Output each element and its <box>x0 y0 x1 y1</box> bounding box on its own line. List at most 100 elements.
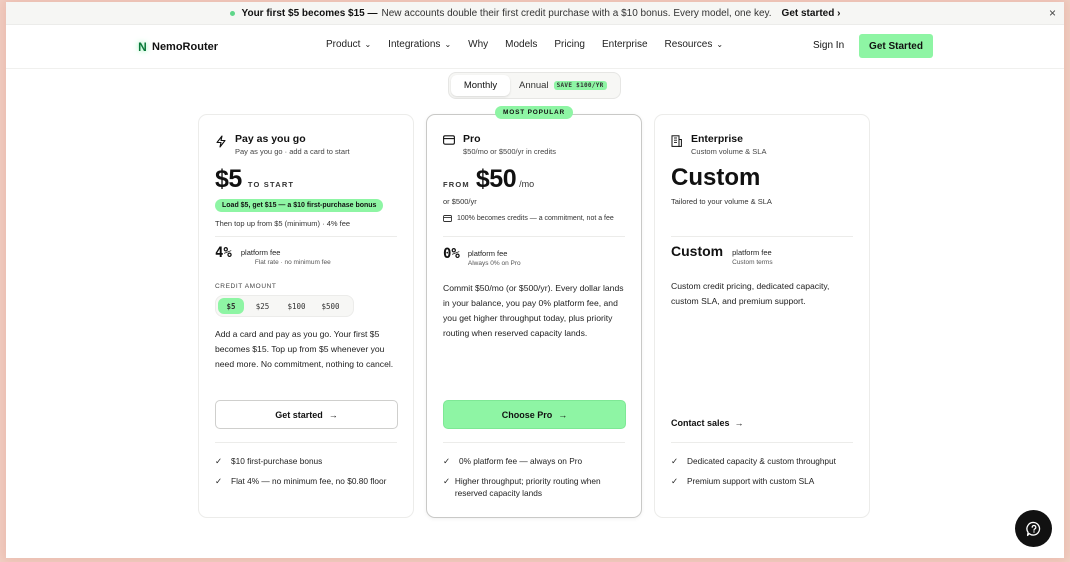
billing-option-annual[interactable]: Annual SAVE $100/YR <box>519 80 607 91</box>
close-icon[interactable]: × <box>1049 6 1056 20</box>
building-icon <box>671 135 685 156</box>
bolt-icon <box>215 135 229 156</box>
save-badge: SAVE $100/YR <box>553 81 607 90</box>
fee-value: 4% <box>215 245 232 261</box>
divider <box>443 236 625 237</box>
check-icon: ✓ <box>671 456 679 466</box>
plan-subtitle: Custom volume & SLA <box>691 147 767 156</box>
check-icon: ✓ <box>443 475 451 486</box>
price-row: $5 TO START <box>215 165 294 194</box>
plan-title: Pro <box>463 133 481 145</box>
logo-text: NemoRouter <box>152 40 219 53</box>
divider <box>671 236 853 237</box>
list-item: ✓ $10 first-purchase bonus <box>215 455 401 468</box>
credit-amount-option[interactable]: $500 <box>315 298 346 314</box>
price-row: FROM $50 /mo <box>443 165 534 194</box>
announcement-headline: Your first $5 becomes $15 — <box>241 7 378 19</box>
nav-item-product[interactable]: Product ⌄ <box>326 39 371 50</box>
plan-card-enterprise: Enterprise Custom volume & SLA Custom Ta… <box>654 114 870 518</box>
price-period: /mo <box>519 179 535 189</box>
most-popular-badge: MOST POPULAR <box>495 106 573 119</box>
get-started-plan-button[interactable]: Get started → <box>215 400 398 429</box>
billing-option-annual-label: Annual <box>519 80 549 91</box>
page: Your first $5 becomes $15 — New accounts… <box>6 2 1064 558</box>
contact-sales-link[interactable]: Contact sales → <box>671 418 744 428</box>
announcement-bar: Your first $5 becomes $15 — New accounts… <box>6 2 1064 25</box>
logo[interactable]: N NemoRouter <box>136 39 218 54</box>
nav-item-resources[interactable]: Resources ⌄ <box>665 39 724 50</box>
chevron-down-icon: ⌄ <box>716 40 724 49</box>
platform-fee: 4% platform fee Flat rate · no minimum f… <box>215 245 331 266</box>
feature-list: ✓ $10 first-purchase bonus ✓ Flat 4% — no … <box>215 455 401 494</box>
billing-option-monthly[interactable]: Monthly <box>451 75 510 96</box>
feature-text: Flat 4% — no minimum fee, no $0.80 floor <box>231 475 387 486</box>
price-row: Custom <box>671 164 760 192</box>
feature-list: ✓ Dedicated capacity & custom throughput … <box>671 455 857 494</box>
plan-subtitle: Pay as you go · add a card to start <box>235 147 350 156</box>
button-label: Choose Pro <box>501 409 553 420</box>
plan-header: Enterprise Custom volume & SLA <box>671 133 766 156</box>
logo-mark-icon: N <box>138 39 147 54</box>
credit-amount-option[interactable]: $5 <box>218 298 244 314</box>
divider <box>215 236 397 237</box>
credit-amount-option[interactable]: $25 <box>247 298 278 314</box>
plan-title: Pay as you go <box>235 133 306 145</box>
feature-text: Higher throughput; priority routing when… <box>454 475 601 499</box>
fee-label: platform fee <box>732 248 772 257</box>
credit-card-icon <box>443 215 452 222</box>
top-nav: N NemoRouter Product ⌄ Integrations ⌄ Why … <box>6 25 1064 69</box>
plan-description: Custom credit pricing, dedicated capacit… <box>671 281 830 306</box>
plan-card-payg: Pay as you go Pay as you go · add a card… <box>198 114 414 518</box>
price-sub: Tailored to your volume & SLA <box>671 197 772 206</box>
nav-item-pricing[interactable]: Pricing <box>554 39 585 50</box>
plan-subtitle: $50/mo or $500/yr in credits <box>463 147 556 156</box>
plan-card-pro: MOST POPULAR Pro $50/mo or $500/yr in cr… <box>426 106 642 518</box>
fee-sub: Custom terms <box>732 259 773 266</box>
platform-fee: 0% platform fee Always 0% on Pro <box>443 246 521 267</box>
nav-item-label: Resources <box>664 39 713 50</box>
fee-label: platform fee <box>240 248 281 257</box>
arrow-right-icon: → <box>734 418 744 428</box>
credit-amount-option[interactable]: $100 <box>281 298 312 314</box>
button-label: Contact sales <box>671 418 730 428</box>
get-started-button[interactable]: Get Started <box>859 34 933 58</box>
plan-price: $5 <box>215 165 242 193</box>
choose-pro-button[interactable]: Choose Pro → <box>443 400 626 429</box>
arrow-right-icon: → <box>558 409 568 420</box>
nav-item-models[interactable]: Models <box>505 39 537 50</box>
chevron-down-icon: ⌄ <box>444 40 452 49</box>
fee-sub: Flat rate · no minimum fee <box>254 259 331 266</box>
chat-help-button[interactable] <box>1015 510 1052 547</box>
nav-item-why[interactable]: Why <box>468 39 488 50</box>
fee-value: 0% <box>443 246 460 262</box>
nav-item-enterprise[interactable]: Enterprise <box>602 39 648 50</box>
sign-in-link[interactable]: Sign In <box>813 40 844 51</box>
nav-item-integrations[interactable]: Integrations ⌄ <box>388 39 451 50</box>
fee-value: Custom <box>671 243 724 259</box>
status-dot-icon <box>229 10 235 16</box>
plan-price: $50 <box>475 165 517 193</box>
plan-header: Pro $50/mo or $500/yr in credits <box>443 133 556 156</box>
button-label: Get started <box>275 409 323 420</box>
feature-text: Premium support with custom SLA <box>687 475 815 486</box>
divider <box>215 442 397 443</box>
platform-fee: Custom platform fee Custom terms <box>671 243 773 266</box>
fee-label: platform fee <box>467 249 508 258</box>
bonus-pill: Load $5, get $15 — a $10 first-purchase … <box>215 199 384 212</box>
chat-help-icon <box>1025 521 1042 537</box>
credit-amount-selector: $5 $25 $100 $500 <box>215 295 354 317</box>
check-icon: ✓ <box>671 475 679 486</box>
feature-list: ✓ 0% platform fee — always on Pro ✓ Higher… <box>443 455 629 507</box>
credits-note-text: 100% becomes credits — a commitment, not… <box>457 215 614 222</box>
credit-card-icon <box>443 135 457 156</box>
credits-note: 100% becomes credits — a commitment, not… <box>443 215 614 222</box>
announcement-cta-link[interactable]: Get started › <box>782 8 841 19</box>
plan-price: Custom <box>671 164 761 191</box>
plan-title: Enterprise <box>691 133 743 145</box>
list-item: ✓ Dedicated capacity & custom throughput <box>671 455 857 468</box>
plan-header: Pay as you go Pay as you go · add a card… <box>215 133 350 156</box>
list-item: ✓ 0% platform fee — always on Pro <box>443 455 629 468</box>
alt-price: or $500/yr <box>443 197 477 206</box>
main-menu: Product ⌄ Integrations ⌄ Why Models Pricin… <box>326 39 740 50</box>
divider <box>671 442 853 443</box>
